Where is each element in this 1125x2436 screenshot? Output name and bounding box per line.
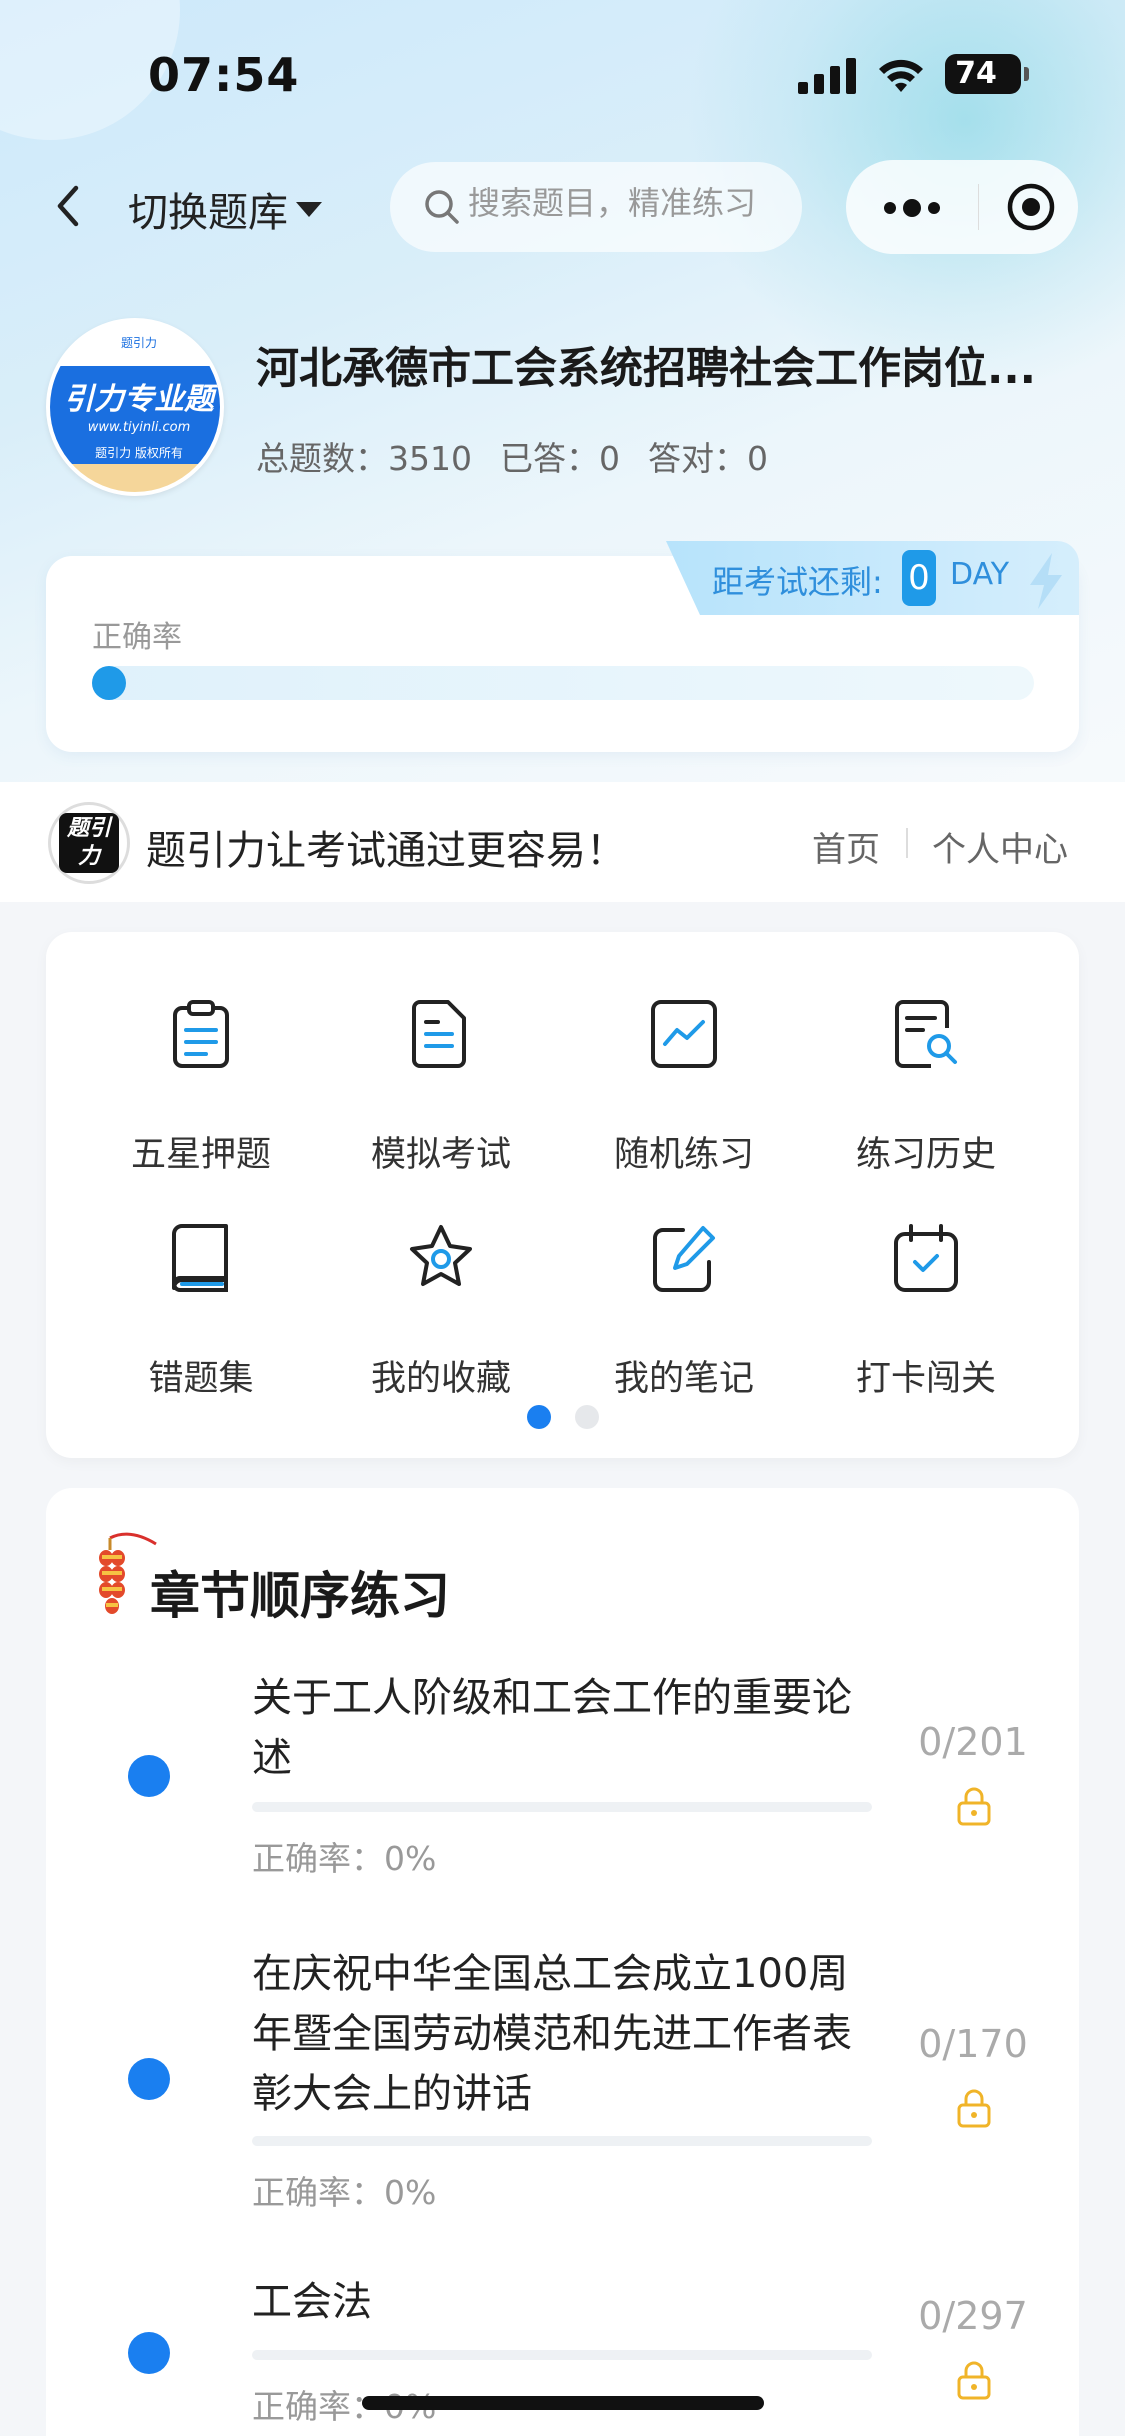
feature-label: 练习历史: [855, 1135, 996, 1175]
chapter-progress-track: [252, 2350, 872, 2360]
bank-title: 河北承德市工会系统招聘社会工作岗位...: [256, 344, 1037, 394]
accuracy-progress-track: [92, 666, 1034, 700]
chapter-accuracy: 正确率：0%: [252, 1839, 437, 1878]
tiyinli-logo: 题引力: [48, 802, 130, 884]
switch-bank-button[interactable]: 切换题库: [128, 180, 322, 238]
feature-history[interactable]: 练习历史: [805, 960, 1047, 1175]
feature-label: 五星押题: [130, 1135, 271, 1175]
mini-program-capsule: [846, 160, 1078, 254]
chart-icon: [651, 1000, 717, 1068]
chapter-count: 0/297: [918, 2294, 1028, 2338]
battery-icon: 74: [945, 54, 1029, 94]
lock-icon: [957, 1787, 991, 1826]
more-options-icon[interactable]: [882, 198, 942, 218]
feature-notes[interactable]: 我的笔记: [563, 1184, 805, 1399]
switch-bank-label: 切换题库: [128, 190, 288, 236]
question-bank-logo: 题引力 引力专业题 www.tiyinli.com 题引力 版权所有: [46, 318, 224, 496]
pager-dot-active[interactable]: [527, 1405, 551, 1429]
chapter-accuracy: 正确率：0%: [252, 2173, 437, 2212]
total-questions: 总题数：3510: [256, 439, 472, 478]
feature-label: 打卡闯关: [855, 1359, 996, 1399]
exam-countdown: 距考试还剩: 0 DAY: [666, 541, 1079, 615]
chapter-progress-track: [252, 1802, 872, 1812]
wifi-icon: [879, 59, 923, 92]
lock-icon: [957, 2361, 991, 2400]
chapter-section-title: 章节顺序练习: [150, 1567, 450, 1625]
caret-down-icon: [296, 201, 322, 217]
chapter-status-dot: [128, 2332, 170, 2374]
chapter-count: 0/201: [918, 1720, 1028, 1764]
feature-check-in[interactable]: 打卡闯关: [805, 1184, 1047, 1399]
chapter-name: 工会法: [252, 2279, 372, 2325]
feature-label: 随机练习: [613, 1135, 754, 1175]
accuracy-label: 正确率: [92, 620, 182, 655]
clipboard-icon: [173, 1000, 229, 1068]
document-search-icon: [895, 1000, 957, 1068]
search-box[interactable]: [390, 162, 802, 252]
lightning-icon: [1030, 553, 1062, 609]
cellular-signal-icon: [798, 58, 856, 94]
back-arrow-icon[interactable]: [48, 178, 88, 234]
chapter-count: 0/170: [918, 2022, 1028, 2066]
countdown-unit: DAY: [950, 557, 1010, 592]
feature-label: 我的笔记: [613, 1359, 754, 1399]
feature-random-practice[interactable]: 随机练习: [563, 960, 805, 1175]
correct-count: 答对：0: [647, 439, 768, 478]
search-icon: [425, 190, 459, 224]
pencil-note-icon: [653, 1226, 715, 1292]
book-icon: [171, 1224, 228, 1292]
feature-favorites[interactable]: 我的收藏: [320, 1184, 562, 1399]
feature-label: 错题集: [148, 1359, 254, 1399]
search-input[interactable]: [468, 184, 788, 222]
battery-level: 74: [955, 56, 997, 91]
chapter-name: 在庆祝中华全国总工会成立100周年暨全国劳动模范和先进工作者表彰大会上的讲话: [252, 1951, 852, 2117]
feature-label: 模拟考试: [370, 1135, 511, 1175]
status-bar: 07:54 74: [0, 0, 1125, 150]
feature-wrong-questions[interactable]: 错题集: [80, 1184, 322, 1399]
pager-dot[interactable]: [575, 1405, 599, 1429]
close-mini-program-icon[interactable]: [1006, 182, 1056, 232]
countdown-value: 0: [902, 550, 936, 606]
chapter-progress-track: [252, 2136, 872, 2146]
answered-count: 已答：0: [499, 439, 620, 478]
document-icon: [412, 1000, 466, 1068]
lock-icon: [957, 2089, 991, 2128]
chapter-status-dot: [128, 2058, 170, 2100]
calendar-check-icon: [894, 1224, 958, 1292]
bank-stats: 总题数：3510 已答：0 答对：0: [256, 432, 796, 480]
chapter-status-dot: [128, 1755, 170, 1797]
home-link[interactable]: 首页: [812, 822, 880, 871]
countdown-label: 距考试还剩:: [712, 563, 883, 601]
feature-five-star[interactable]: 五星押题: [80, 960, 322, 1175]
star-icon: [410, 1225, 472, 1286]
slogan-text: 题引力让考试通过更容易！: [146, 828, 626, 874]
chapter-name: 关于工人阶级和工会工作的重要论述: [252, 1675, 852, 1781]
accuracy-progress-indicator: [92, 666, 126, 700]
slogan-bar: 题引力 题引力让考试通过更容易！ 首页 个人中心: [0, 782, 1125, 902]
profile-link[interactable]: 个人中心: [932, 822, 1068, 871]
divider: [906, 828, 908, 858]
status-time: 07:54: [148, 48, 300, 102]
home-indicator[interactable]: [362, 2396, 764, 2410]
feature-label: 我的收藏: [370, 1359, 511, 1399]
feature-mock-exam[interactable]: 模拟考试: [320, 960, 562, 1175]
